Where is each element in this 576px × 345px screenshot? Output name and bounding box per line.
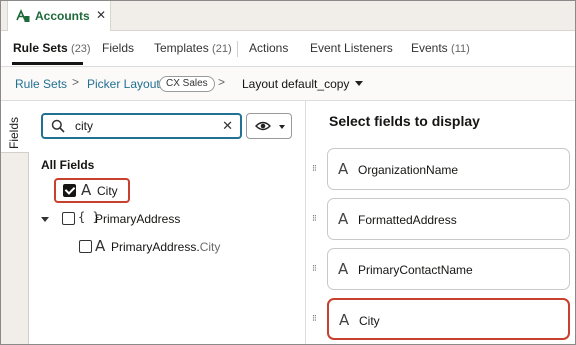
label-prefix: PrimaryAddress.: [111, 240, 200, 254]
field-card-label: PrimaryContactName: [358, 263, 473, 277]
section-title: All Fields: [41, 158, 95, 172]
side-rail: Fields: [1, 101, 29, 344]
tab-fields[interactable]: Fields: [102, 41, 134, 55]
tab-divider: [237, 41, 238, 57]
drag-handle-icon[interactable]: ⁝⁝: [312, 313, 320, 324]
app-logo-icon: [16, 9, 30, 22]
eye-icon: [255, 121, 271, 131]
panel-title: Select fields to display: [329, 113, 480, 129]
tab-count: (11): [451, 43, 470, 55]
tree-item-primary-address[interactable]: { } PrimaryAddress: [41, 209, 241, 229]
tab-label: Rule Sets: [13, 41, 68, 55]
layout-dropdown-chevron-icon[interactable]: [355, 81, 363, 86]
selected-fields-panel: Select fields to display ⁝⁝ A Organizati…: [306, 101, 575, 344]
text-type-icon: A: [338, 160, 349, 178]
app-tab-title: Accounts: [35, 9, 90, 23]
text-type-icon: A: [338, 260, 349, 278]
rail-tab-fields[interactable]: Fields: [1, 101, 29, 153]
app-tab-strip: Accounts ✕: [1, 1, 575, 31]
text-type-icon: A: [338, 210, 349, 228]
breadcrumb-separator: >: [218, 75, 226, 89]
tab-count: (21): [212, 43, 232, 55]
rail-tab-label: Fields: [7, 116, 21, 149]
field-card-label: FormattedAddress: [358, 213, 457, 227]
expand-caret-icon[interactable]: [41, 217, 49, 222]
tab-templates[interactable]: Templates (21): [154, 41, 232, 55]
search-icon: [51, 119, 65, 133]
breadcrumb-rule-sets[interactable]: Rule Sets: [15, 77, 67, 91]
breadcrumb-picker-layout[interactable]: Picker Layout: [87, 77, 160, 91]
tree-item-label: PrimaryAddress.City: [111, 240, 220, 254]
field-card-label: City: [359, 314, 380, 328]
close-icon[interactable]: ✕: [96, 8, 106, 22]
tab-label: Event Listeners: [310, 41, 393, 55]
field-picker-panel: city ✕ All Fields A City { } PrimaryAddr…: [29, 101, 305, 344]
checkbox[interactable]: [62, 212, 75, 225]
drag-handle-icon[interactable]: ⁝⁝: [312, 263, 320, 274]
breadcrumb-separator: >: [72, 75, 80, 89]
window-frame: Accounts ✕ Rule Sets (23) Fields Templat…: [0, 0, 576, 345]
tab-events[interactable]: Events (11): [411, 41, 470, 55]
text-type-icon: A: [339, 311, 350, 329]
tab-event-listeners[interactable]: Event Listeners: [310, 41, 393, 55]
field-card-label: OrganizationName: [358, 163, 459, 177]
drag-handle-icon[interactable]: ⁝⁝: [312, 213, 320, 224]
field-card-organization-name[interactable]: A OrganizationName: [327, 148, 570, 190]
tree-item-primary-address-city[interactable]: A PrimaryAddress.City: [79, 237, 279, 257]
highlight-box: [54, 178, 130, 203]
tab-label: Events: [411, 41, 448, 55]
nav-tabs: Rule Sets (23) Fields Templates (21) Act…: [1, 31, 575, 67]
tree-item-label: PrimaryAddress: [95, 212, 181, 226]
label-match: City: [199, 240, 221, 254]
breadcrumb: Rule Sets > Picker Layout CX Sales > Lay…: [1, 67, 575, 101]
text-type-icon: A: [95, 237, 106, 255]
search-value: city: [75, 119, 93, 133]
clear-icon[interactable]: ✕: [222, 118, 233, 134]
chevron-down-icon: [279, 125, 285, 129]
app-tab-accounts[interactable]: Accounts ✕: [7, 1, 111, 31]
field-card-primary-contact-name[interactable]: A PrimaryContactName: [327, 248, 570, 290]
tab-rule-sets[interactable]: Rule Sets (23): [13, 41, 91, 55]
view-options-button[interactable]: [246, 113, 292, 139]
tab-label: Actions: [249, 41, 289, 55]
search-input[interactable]: city ✕: [41, 113, 242, 139]
tab-label: Templates: [154, 41, 209, 55]
tab-actions[interactable]: Actions: [249, 41, 288, 55]
environment-badge: CX Sales: [159, 76, 215, 92]
field-card-city[interactable]: A City: [327, 298, 570, 340]
drag-handle-icon[interactable]: ⁝⁝: [312, 163, 320, 174]
breadcrumb-current-layout: Layout default_copy: [242, 77, 350, 91]
field-card-formatted-address[interactable]: A FormattedAddress: [327, 198, 570, 240]
active-tab-indicator: [12, 62, 83, 65]
tab-label: Fields: [102, 41, 135, 55]
tab-count: (23): [71, 43, 91, 55]
checkbox[interactable]: [79, 240, 92, 253]
